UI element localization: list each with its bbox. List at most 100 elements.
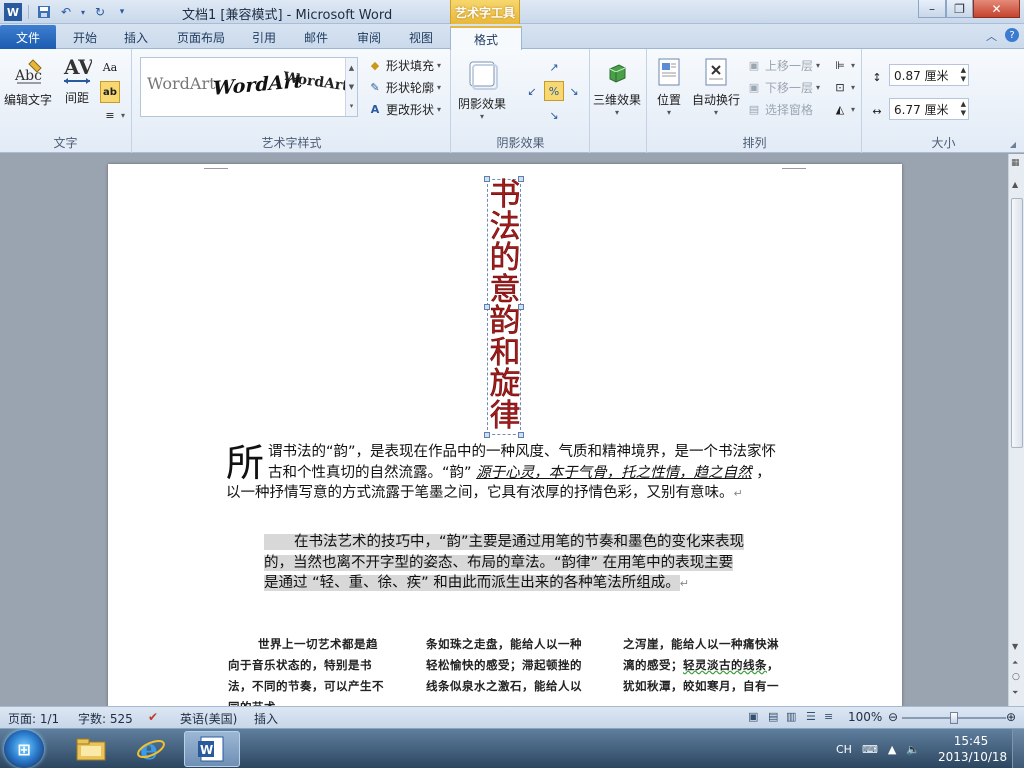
column-2[interactable]: 条如珠之走盘，能给人以一种轻松愉快的感受；滞起顿挫的线条似泉水之激石，能给人以 <box>426 634 586 697</box>
tab-page-layout[interactable]: 页面布局 <box>163 26 239 49</box>
word-app-icon[interactable]: W <box>4 3 22 21</box>
undo-dropdown-icon[interactable]: ▾ <box>79 3 87 21</box>
align-button[interactable]: ⊫ ▾ <box>832 57 855 73</box>
height-field[interactable]: 0.87 厘米 ▲ ▼ <box>889 64 969 86</box>
save-icon[interactable] <box>35 3 53 21</box>
change-shape-button[interactable]: A 更改形状 ▾ <box>367 101 441 118</box>
gallery-scroll[interactable]: ▲ ▼ ▾ <box>345 58 357 116</box>
close-button[interactable]: ✕ <box>973 0 1020 18</box>
shape-outline-button[interactable]: ✎ 形状轮廓 ▾ <box>367 79 441 96</box>
maximize-button[interactable]: ❐ <box>946 0 973 18</box>
internet-explorer-icon[interactable]: e <box>124 731 178 767</box>
wordart-object[interactable]: 书法的意韵和旋律 <box>484 176 524 438</box>
height-spinner[interactable]: ▲ ▼ <box>961 66 966 84</box>
nudge-shadow-left-button[interactable]: ↙ <box>524 83 540 99</box>
previous-page-icon[interactable]: ⏶ <box>1012 658 1018 668</box>
ruler-toggle-icon[interactable]: ▦ <box>1011 158 1020 168</box>
tab-home[interactable]: 开始 <box>60 26 110 49</box>
resize-handle[interactable] <box>518 304 524 310</box>
rotate-button[interactable]: ◭ ▾ <box>832 101 855 117</box>
wordart-style-gallery[interactable]: WordArt WordArt WordArt ▲ ▼ ▾ <box>140 57 358 117</box>
align-text-button[interactable]: ≡ ▾ <box>102 107 125 123</box>
zoom-slider-thumb[interactable] <box>950 712 958 724</box>
web-layout-view-icon[interactable]: ▥ <box>786 710 796 723</box>
tab-file[interactable]: 文件 <box>0 25 56 49</box>
three-d-effects-button[interactable]: 三维效果 ▾ <box>593 57 641 117</box>
file-explorer-icon[interactable] <box>64 731 118 767</box>
print-layout-view-icon[interactable]: ▣ <box>748 710 758 723</box>
wordart-sample-1[interactable]: WordArt <box>147 74 216 93</box>
nudge-shadow-up-button[interactable]: ↗ <box>546 59 562 75</box>
collapse-ribbon-icon[interactable]: ︿ <box>986 28 997 44</box>
column-1[interactable]: 世界上一切艺术都是趋向于音乐状态的，特别是书法，不同的节奏，可以产生不同的艺术 <box>228 634 388 706</box>
resize-handle[interactable] <box>484 432 490 438</box>
ime-indicator[interactable]: CH <box>836 743 852 756</box>
edit-text-icon: Abc <box>13 57 43 87</box>
customize-qat-icon[interactable]: ▾ <box>113 3 131 21</box>
selection-pane-button[interactable]: ▤ 选择窗格 <box>746 101 813 118</box>
next-page-icon[interactable]: ⏷ <box>1012 688 1018 698</box>
scroll-down-icon[interactable]: ▼ <box>1012 642 1018 651</box>
tab-view[interactable]: 视图 <box>398 26 444 49</box>
shadow-effects-button[interactable]: 阴影效果 ▾ <box>458 57 506 121</box>
language[interactable]: 英语(美国) <box>180 710 237 727</box>
clock[interactable]: 15:45 2013/10/18 <box>938 733 1007 765</box>
vertical-text-button[interactable]: ab <box>100 81 120 103</box>
scroll-up-icon[interactable]: ▲ <box>1012 180 1018 189</box>
paragraph-2[interactable]: 在书法艺术的技巧中，“韵”主要是通过用笔的节奏和墨色的变化来表现的，当然也离不开… <box>264 532 746 595</box>
tab-references[interactable]: 引用 <box>242 26 286 49</box>
position-button[interactable]: 位置 ▾ <box>654 57 684 117</box>
word-count[interactable]: 字数: 525 <box>78 710 133 727</box>
drop-cap[interactable]: 所 <box>226 444 264 482</box>
document-page[interactable]: 书法的意韵和旋律 所 谓书法的“韵”，是表现在作品中的一种风度、气质和精神境界，… <box>108 164 902 706</box>
proofing-icon[interactable]: ✔ <box>148 710 158 724</box>
help-icon[interactable]: ? <box>1005 28 1019 42</box>
paragraph-1[interactable]: 所 谓书法的“韵”，是表现在作品中的一种风度、气质和精神境界，是一个书法家怀古和… <box>226 442 782 505</box>
wrap-text-button[interactable]: 自动换行 ▾ <box>692 57 740 117</box>
draft-view-icon[interactable]: ≡ <box>824 710 833 723</box>
edit-text-button[interactable]: Abc 编辑文字 <box>4 57 52 108</box>
start-button[interactable]: ⊞ <box>4 730 44 768</box>
resize-handle[interactable] <box>484 304 490 310</box>
resize-handle[interactable] <box>518 432 524 438</box>
full-screen-view-icon[interactable]: ▤ <box>768 710 778 723</box>
send-backward-button[interactable]: ▣ 下移一层 ▾ <box>746 79 820 96</box>
spacing-button[interactable]: AV 间距 <box>62 55 92 106</box>
minimize-button[interactable]: – <box>918 0 946 18</box>
browse-object-icon[interactable]: ○ <box>1012 672 1020 682</box>
show-hidden-icons-icon[interactable]: ▲ <box>888 743 896 756</box>
shape-fill-button[interactable]: ◆ 形状填充 ▾ <box>367 57 441 74</box>
show-desktop-button[interactable] <box>1012 729 1024 768</box>
undo-icon[interactable]: ↶ <box>57 3 75 21</box>
width-field[interactable]: 6.77 厘米 ▲ ▼ <box>889 98 969 120</box>
wordart-text[interactable]: 书法的意韵和旋律 <box>488 179 522 432</box>
nudge-shadow-down-button[interactable]: ↘ <box>546 107 562 123</box>
shadow-effects-icon <box>465 57 499 91</box>
tab-format[interactable]: 格式 <box>450 26 522 50</box>
zoom-level[interactable]: 100% <box>848 710 882 724</box>
width-spinner[interactable]: ▲ ▼ <box>961 100 966 118</box>
tab-insert[interactable]: 插入 <box>112 26 160 49</box>
shadow-toggle-button[interactable]: % <box>544 81 564 101</box>
vertical-scrollbar[interactable]: ▦ ▲ ▼ ⏶ ○ ⏷ <box>1008 154 1024 706</box>
group-button[interactable]: ⊡ ▾ <box>832 79 855 95</box>
volume-icon[interactable]: 🔈 <box>906 743 920 756</box>
zoom-in-icon[interactable]: ⊕ <box>1006 710 1016 724</box>
word-taskbar-icon[interactable]: W <box>184 731 240 767</box>
nudge-shadow-right-button[interactable]: ↘ <box>566 83 582 99</box>
even-height-button[interactable]: Aa <box>102 59 118 75</box>
zoom-out-icon[interactable]: ⊖ <box>888 710 898 724</box>
insert-mode[interactable]: 插入 <box>254 710 278 727</box>
size-dialog-launcher-icon[interactable]: ◢ <box>1010 140 1016 149</box>
redo-icon[interactable]: ↻ <box>91 3 109 21</box>
resize-handle[interactable] <box>484 176 490 182</box>
column-3[interactable]: 之泻崖，能给人以一种痛快淋漓的感受；轻灵淡古的线条，犹如秋潭，皎如寒月，自有一 <box>623 634 783 697</box>
tab-mailings[interactable]: 邮件 <box>294 26 338 49</box>
bring-forward-button[interactable]: ▣ 上移一层 ▾ <box>746 57 820 74</box>
scroll-thumb[interactable] <box>1011 198 1023 448</box>
tab-review[interactable]: 审阅 <box>346 26 392 49</box>
resize-handle[interactable] <box>518 176 524 182</box>
outline-view-icon[interactable]: ☰ <box>806 710 816 723</box>
page-count[interactable]: 页面: 1/1 <box>8 710 59 727</box>
keyboard-icon[interactable]: ⌨ <box>862 743 878 756</box>
